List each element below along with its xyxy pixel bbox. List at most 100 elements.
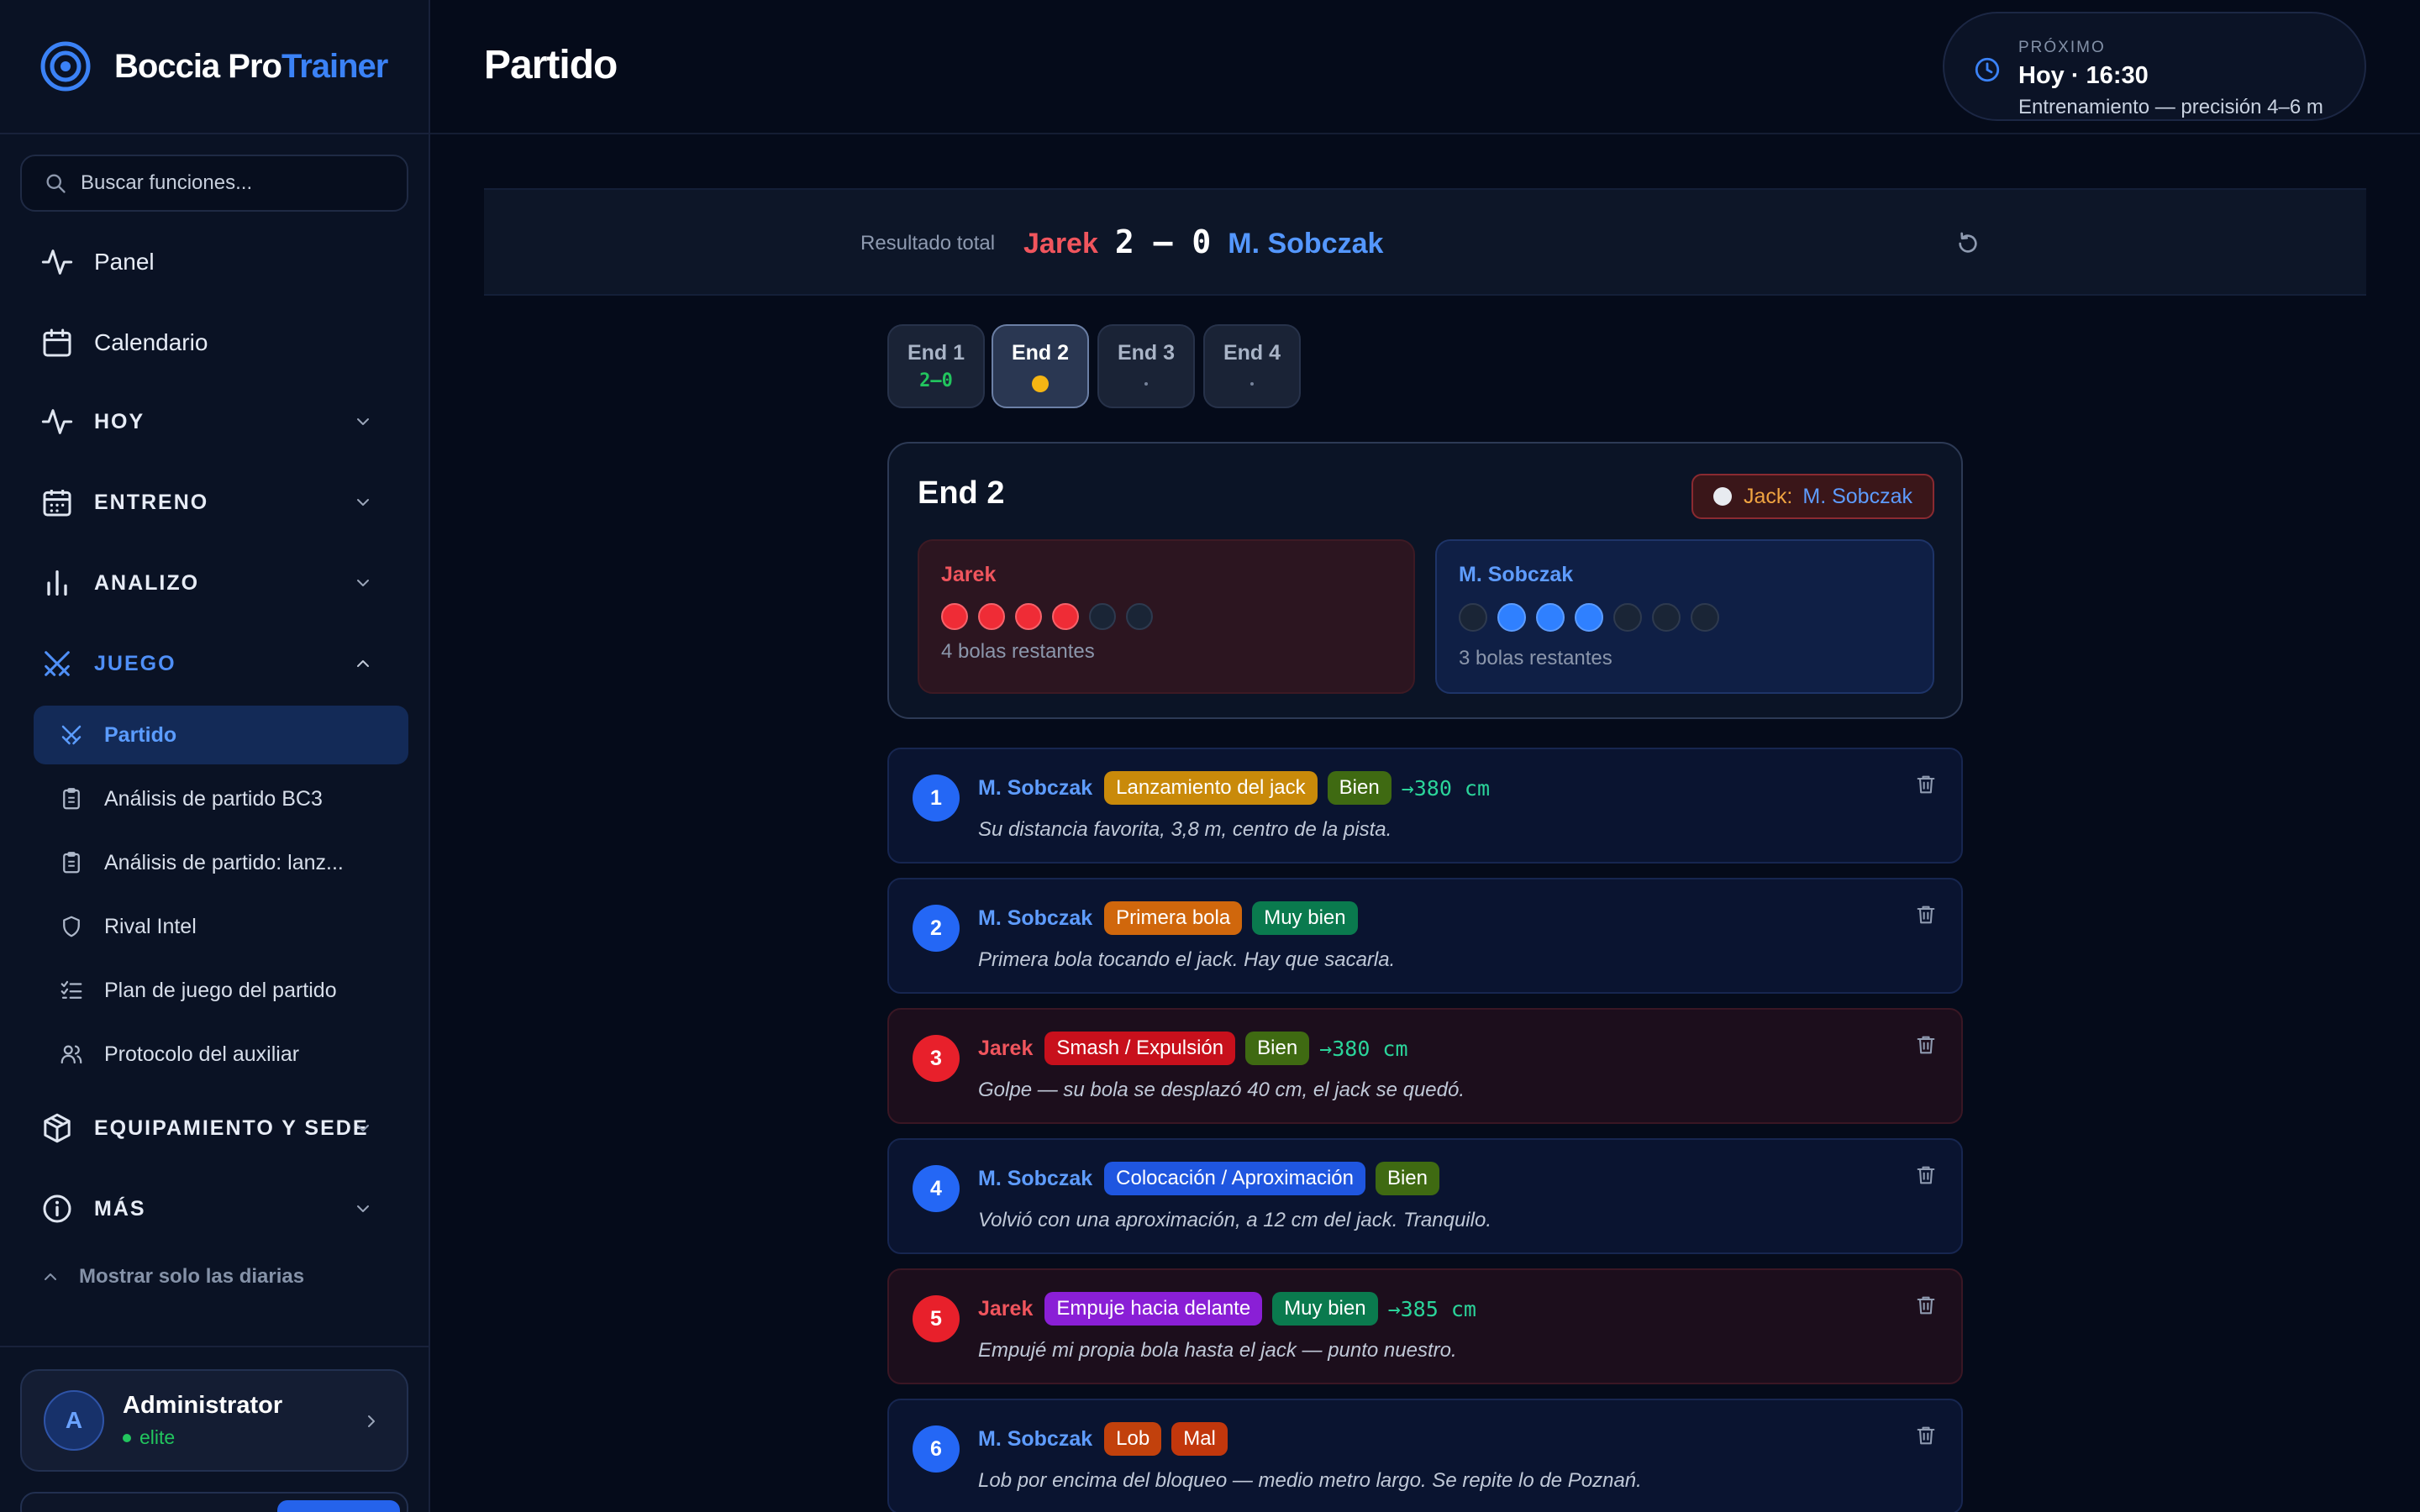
trash-icon[interactable] [1914,1424,1938,1447]
section-label: ANALIZO [94,570,200,595]
throw-card[interactable]: 4 M. Sobczak Colocación / Aproximación Bien… [887,1138,1963,1254]
ball-thrown [941,603,968,630]
section-mas[interactable]: MÁS [40,1184,393,1234]
trash-icon[interactable] [1914,1163,1938,1187]
tab-end-1[interactable]: End 1 2–0 [887,324,985,408]
nav-label: Panel [94,249,155,275]
chevron-down-icon [357,580,369,586]
balls-remaining: 4 bolas restantes [941,640,1095,663]
next-event-card[interactable]: PRÓXIMO Hoy · 16:30 Entrenamiento — prec… [1943,12,2366,121]
user-level: elite [123,1426,282,1449]
section-analizo[interactable]: ANALIZO [40,558,393,608]
reset-icon[interactable] [1954,230,1981,257]
end-tab-label: End 1 [907,341,965,365]
throw-header: Jarek Empuje hacia delante Muy bien →385 cm [978,1292,1476,1326]
sidebar-item-label: Análisis de partido BC3 [104,786,323,811]
player-box-red[interactable]: Jarek 4 bolas restantes [918,539,1415,694]
sidebar-item-plan-juego[interactable]: Plan de juego del partido [34,961,408,1020]
info-icon [43,1194,71,1223]
jack-holder-badge[interactable]: Jack: M. Sobczak [1691,474,1934,519]
section-hoy[interactable]: HOY [40,396,393,447]
chevron-up-icon [45,1273,56,1280]
trash-icon[interactable] [1914,1294,1938,1317]
throw-card[interactable]: 6 M. Sobczak Lob Mal Lob por encima del bloq… [887,1399,1963,1512]
throw-distance: →380 cm [1319,1036,1408,1061]
activity-icon [41,249,73,275]
throw-player: M. Sobczak [978,775,1093,800]
throw-card[interactable]: 3 Jarek Smash / Expulsión Bien →380 cm Golpe … [887,1008,1963,1124]
player-box-blue[interactable]: M. Sobczak 3 bolas restantes [1435,539,1934,694]
tab-end-3[interactable]: End 3 [1097,324,1195,408]
throw-player: Jarek [978,1036,1034,1060]
search-icon [46,174,66,193]
sidebar-item-analisis-lanz[interactable]: Análisis de partido: lanz... [34,833,408,892]
throw-note: Primera bola tocando el jack. Hay que sa… [978,948,1396,971]
section-equipamiento[interactable]: EQUIPAMIENTO Y SEDE [40,1103,393,1153]
sidebar-item-partido[interactable]: Partido [34,706,408,764]
trash-icon[interactable] [1914,773,1938,796]
crossed-swords-icon [61,725,82,745]
score-bar: Resultado total Jarek 2 – 0 M. Sobczak [484,188,2366,296]
status-dot [123,1433,131,1442]
chevron-down-icon [357,499,369,506]
in-progress-dot [1032,375,1049,392]
header: Partido PRÓXIMO Hoy · 16:30 Entrenamient… [430,0,2420,134]
sidebar-item-rival-intel[interactable]: Rival Intel [34,897,408,956]
throw-tag: Bien [1245,1032,1310,1065]
ball-remaining [1459,603,1487,632]
ball-thrown [1497,603,1526,632]
end-title: End 2 [918,475,1005,511]
throw-header: M. Sobczak Primera bola Muy bien [978,901,1358,935]
throw-card[interactable]: 5 Jarek Empuje hacia delante Muy bien →385 c… [887,1268,1963,1384]
clock-icon [1975,57,2000,82]
throw-number: 4 [913,1165,960,1212]
ball-remaining [1089,603,1116,630]
sidebar-item-label: Plan de juego del partido [104,978,337,1002]
player1-name: Jarek [1023,228,1098,260]
throw-tag: Muy bien [1252,901,1358,935]
ball-remaining [1691,603,1719,632]
nav-panel[interactable]: Panel [40,237,393,287]
tab-end-2[interactable]: End 2 [992,324,1089,408]
trash-icon[interactable] [1914,903,1938,927]
throw-card[interactable]: 1 M. Sobczak Lanzamiento del jack Bien →380 … [887,748,1963,864]
ball-thrown [1015,603,1042,630]
bottom-control[interactable] [20,1492,408,1512]
chevron-down-icon [357,1125,369,1131]
throw-distance: →385 cm [1387,1296,1476,1321]
bar-chart-icon [47,570,67,596]
throw-note: Empujé mi propia bola hasta el jack — pu… [978,1339,1457,1362]
throw-card[interactable]: 2 M. Sobczak Primera bola Muy bien Primera b… [887,878,1963,994]
trash-icon[interactable] [1914,1033,1938,1057]
show-daily-only-toggle[interactable]: Mostrar solo las diarias [40,1265,304,1289]
section-label: JUEGO [94,651,176,675]
throw-header: Jarek Smash / Expulsión Bien →380 cm [978,1032,1408,1065]
throw-tag: Lanzamiento del jack [1104,771,1318,805]
nav-calendario[interactable]: Calendario [40,318,393,368]
search-input[interactable] [81,171,400,195]
throw-number: 5 [913,1295,960,1342]
throw-header: M. Sobczak Lanzamiento del jack Bien →380 c… [978,771,1490,805]
clipboard-icon [63,788,80,810]
section-juego[interactable]: JUEGO [40,638,393,689]
tab-end-4[interactable]: End 4 [1203,324,1301,408]
chevron-up-icon [357,660,369,667]
throw-player: M. Sobczak [978,1426,1093,1451]
sidebar-item-protocolo[interactable]: Protocolo del auxiliar [34,1025,408,1084]
search-box[interactable] [20,155,408,212]
throw-player: M. Sobczak [978,906,1093,930]
jack-holder: M. Sobczak [1802,484,1912,508]
nav-label: Calendario [94,329,208,355]
section-label: EQUIPAMIENTO Y SEDE [94,1116,369,1140]
throw-header: M. Sobczak Colocación / Aproximación Bien [978,1162,1440,1195]
bottom-button[interactable] [277,1500,400,1512]
brand[interactable]: Boccia ProTrainer [0,0,429,134]
package-icon [44,1113,71,1143]
sidebar-item-analisis-bc3[interactable]: Análisis de partido BC3 [34,769,408,828]
throw-header: M. Sobczak Lob Mal [978,1422,1228,1456]
avatar: A [44,1390,104,1451]
section-entreno[interactable]: ENTRENO [40,477,393,528]
user-card[interactable]: A Administrator elite [20,1369,408,1472]
throw-tag: Bien [1327,771,1392,805]
throw-note: Su distancia favorita, 3,8 m, centro de … [978,818,1392,841]
